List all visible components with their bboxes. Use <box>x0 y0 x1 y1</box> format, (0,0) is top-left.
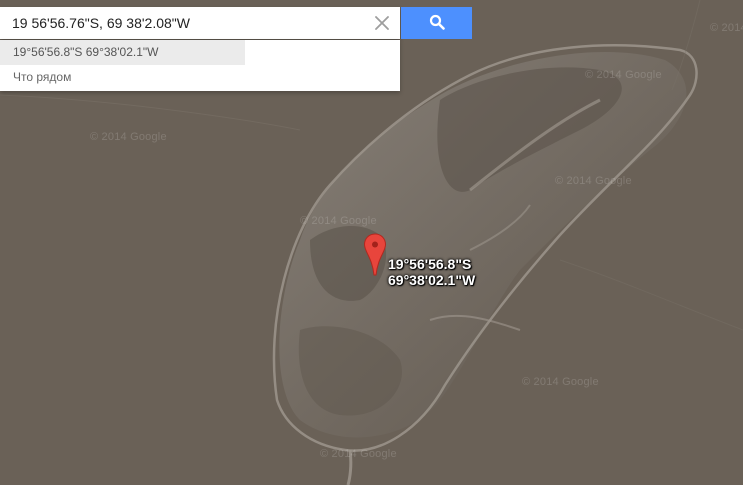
search-input[interactable] <box>0 7 366 39</box>
map-watermark: © 2014 Google <box>320 448 397 460</box>
suggestion-nearby[interactable]: Что рядом <box>0 65 400 90</box>
map-watermark: © 2014 Google <box>90 131 167 143</box>
marker-label: 19°56'56.8"S 69°38'02.1"W <box>388 256 475 288</box>
search-button[interactable] <box>401 7 472 39</box>
map-pin-icon[interactable] <box>363 233 387 277</box>
map-watermark: © 2014 Google <box>710 22 743 34</box>
map-watermark: © 2014 Google <box>585 69 662 81</box>
map-watermark: © 2014 Google <box>555 175 632 187</box>
map-watermark: © 2014 Google <box>522 376 599 388</box>
suggestions-dropdown: 19°56'56.8"S 69°38'02.1"W Что рядом <box>0 40 400 91</box>
search-box <box>0 7 400 39</box>
search-icon <box>429 14 445 33</box>
marker-latitude: 19°56'56.8"S <box>388 256 472 272</box>
close-icon[interactable] <box>372 13 392 33</box>
marker-longitude: 69°38'02.1"W <box>388 272 476 288</box>
map-watermark: © 2014 Google <box>300 215 377 227</box>
suggestion-coordinates[interactable]: 19°56'56.8"S 69°38'02.1"W <box>0 40 245 65</box>
